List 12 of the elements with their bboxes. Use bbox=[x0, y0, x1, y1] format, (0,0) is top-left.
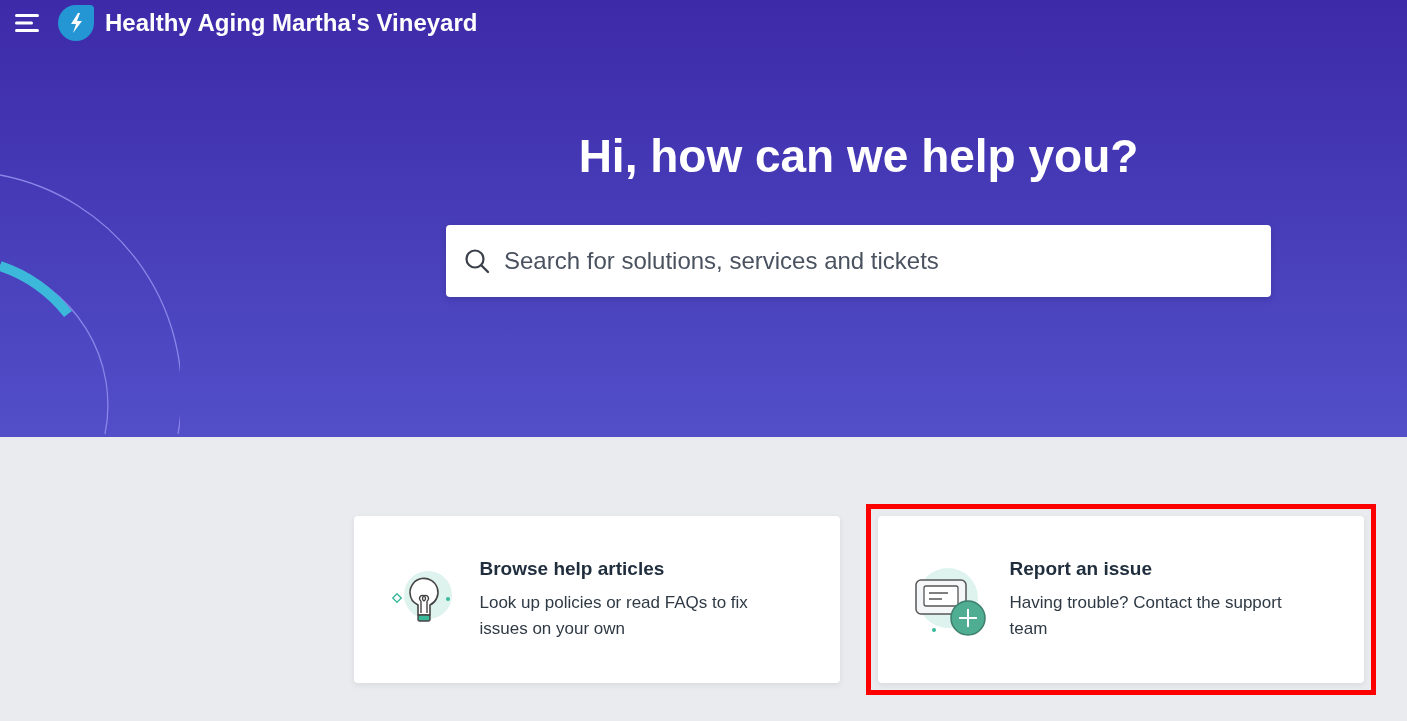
site-title[interactable]: Healthy Aging Martha's Vineyard bbox=[105, 9, 478, 37]
search-field[interactable]: Search for solutions, services and tickets bbox=[446, 225, 1271, 297]
option-card[interactable]: Report an issue Having trouble? Contact the support team bbox=[877, 516, 1364, 683]
option-card[interactable]: Browse help articles Look up policies or read FAQs to fix issues on your own bbox=[353, 516, 840, 683]
search-icon bbox=[464, 248, 490, 274]
card-title: Browse help articles bbox=[479, 557, 666, 580]
menu-icon[interactable] bbox=[15, 13, 41, 33]
card-title: Report an issue bbox=[1009, 557, 1154, 580]
hero-heading: Hi, how can we help you? bbox=[578, 129, 1139, 184]
card-description: Having trouble? Contact the support team bbox=[1009, 591, 1283, 640]
card-description: Look up policies or read FAQs to fix issues on your own bbox=[479, 591, 749, 640]
lightning-logo-icon bbox=[57, 4, 95, 42]
